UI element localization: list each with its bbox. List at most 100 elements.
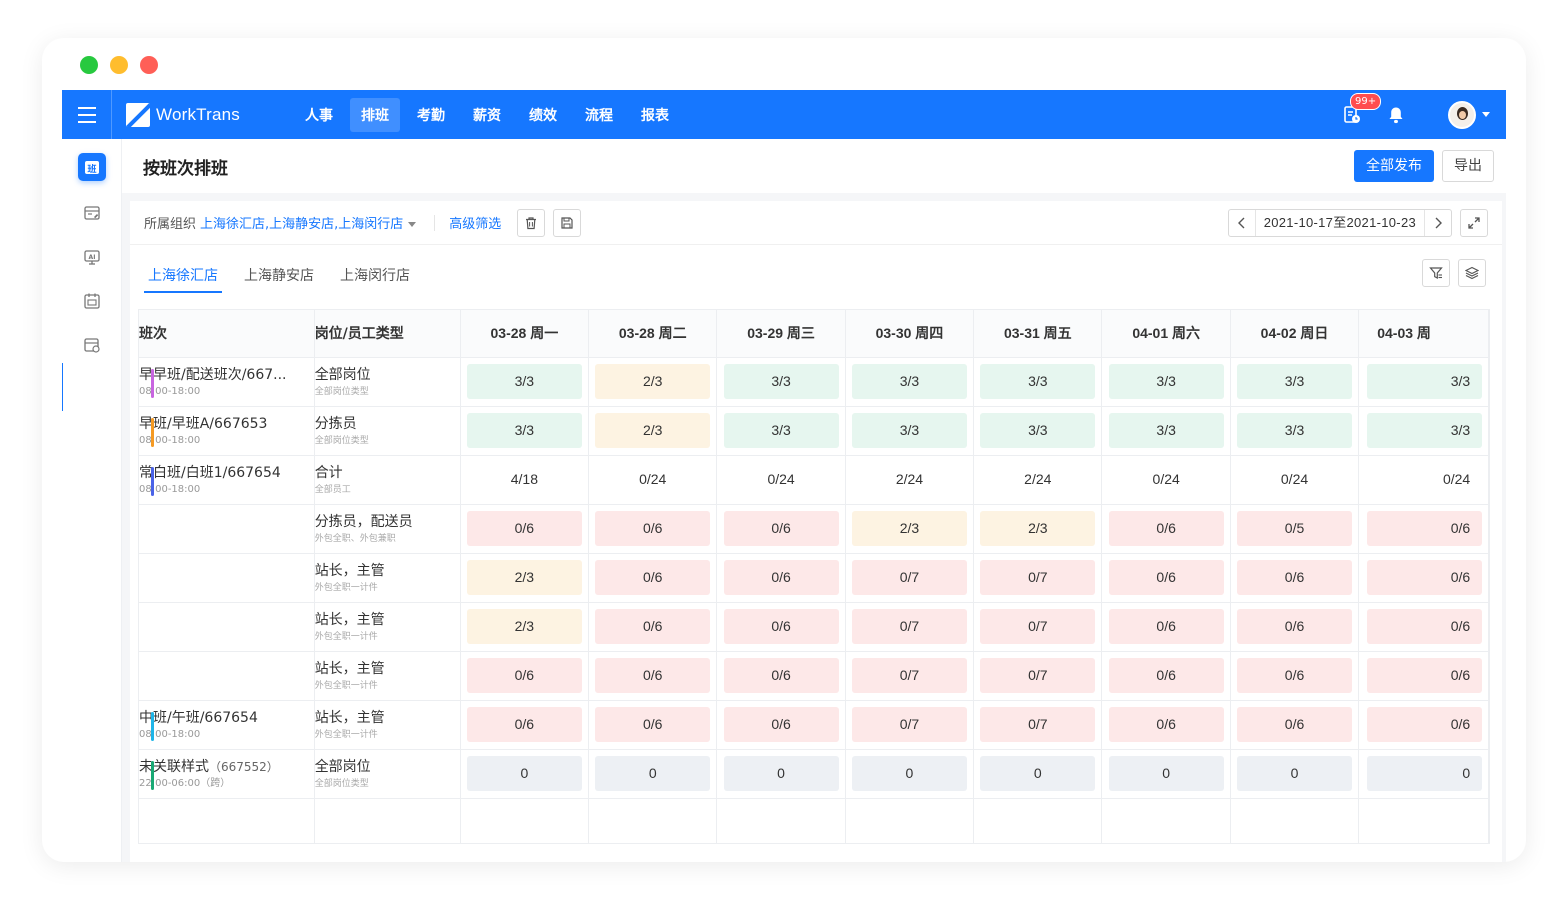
staffing-count[interactable]: 0/7	[980, 609, 1096, 644]
staffing-count[interactable]: 4/18	[467, 462, 582, 497]
staffing-count[interactable]: 3/3	[851, 364, 967, 399]
window-minimize-button[interactable]	[110, 56, 128, 74]
staffing-count[interactable]: 3/3	[466, 413, 582, 448]
staffing-count[interactable]: 0/6	[723, 707, 839, 742]
menu-icon[interactable]	[62, 90, 112, 139]
staffing-count[interactable]: 0/6	[466, 511, 582, 546]
date-range-text[interactable]: 2021-10-17至2021-10-23	[1254, 209, 1425, 236]
staffing-count[interactable]: 3/3	[851, 413, 967, 448]
staffing-count[interactable]: 0/24	[595, 462, 710, 497]
shift-cell[interactable]: 常白班/白班1/667654 08:00-18:00	[139, 455, 315, 505]
staffing-count[interactable]: 3/3	[466, 364, 582, 399]
staffing-count[interactable]: 0/24	[1237, 462, 1352, 497]
staffing-count[interactable]: 2/3	[466, 560, 582, 595]
shift-cell[interactable]: 早班/早班A/667653 08:00-18:00	[139, 406, 315, 456]
staffing-count[interactable]: 0	[723, 756, 839, 791]
staffing-count[interactable]: 0/7	[980, 560, 1096, 595]
window-close-button[interactable]	[140, 56, 158, 74]
sidebar-item-schedule[interactable]: 班	[78, 153, 106, 181]
delete-button[interactable]	[517, 208, 546, 237]
sidebar-item-ai-scheduling[interactable]: AI	[78, 243, 106, 271]
staffing-count[interactable]: 0/6	[1108, 609, 1224, 644]
staffing-count[interactable]: 0/6	[1108, 511, 1224, 546]
nav-item[interactable]: 绩效	[518, 98, 568, 132]
staffing-count[interactable]: 0	[980, 756, 1096, 791]
staffing-count[interactable]: 2/24	[852, 462, 967, 497]
layers-button[interactable]	[1458, 259, 1486, 287]
staffing-count[interactable]: 0/6	[1237, 658, 1353, 693]
nav-item[interactable]: 排班	[350, 97, 400, 132]
staffing-count[interactable]: 0/24	[724, 462, 839, 497]
staffing-count[interactable]: 0/7	[980, 707, 1096, 742]
staffing-count[interactable]: 0	[466, 756, 582, 791]
staffing-count[interactable]: 0/6	[595, 560, 711, 595]
fullscreen-button[interactable]	[1460, 208, 1488, 237]
staffing-count[interactable]: 0/24	[1367, 462, 1482, 497]
prev-week-button[interactable]	[1229, 210, 1255, 236]
staffing-count[interactable]: 0/6	[1367, 707, 1483, 742]
nav-item[interactable]: 报表	[630, 98, 680, 132]
staffing-count[interactable]: 0/6	[595, 609, 711, 644]
staffing-count[interactable]: 0	[595, 756, 711, 791]
staffing-count[interactable]: 0/6	[1237, 609, 1353, 644]
org-filter-select[interactable]: 上海徐汇店,上海静安店,上海闵行店	[200, 213, 417, 232]
shift-cell[interactable]: 早早班/配送班次/667... 08:00-18:00	[139, 357, 315, 407]
staffing-count[interactable]: 0	[1237, 756, 1353, 791]
staffing-count[interactable]: 3/3	[1367, 364, 1483, 399]
publish-all-button[interactable]: 全部发布	[1354, 150, 1434, 182]
staffing-count[interactable]: 0/6	[723, 658, 839, 693]
staffing-count[interactable]: 0/7	[851, 707, 967, 742]
shift-cell[interactable]: 中班/午班/667654 08:00-18:00	[139, 700, 315, 750]
staffing-count[interactable]: 3/3	[723, 413, 839, 448]
staffing-count[interactable]: 0/6	[1367, 609, 1483, 644]
store-tab[interactable]: 上海静安店	[242, 265, 316, 293]
staffing-count[interactable]: 3/3	[1108, 364, 1224, 399]
staffing-count[interactable]: 0/6	[1237, 707, 1353, 742]
staffing-count[interactable]: 3/3	[723, 364, 839, 399]
nav-item[interactable]: 流程	[574, 98, 624, 132]
save-button[interactable]	[553, 208, 582, 237]
staffing-count[interactable]: 3/3	[980, 413, 1096, 448]
staffing-count[interactable]: 2/3	[980, 511, 1096, 546]
staffing-count[interactable]: 0/6	[595, 511, 711, 546]
staffing-count[interactable]: 0	[1108, 756, 1224, 791]
staffing-count[interactable]: 3/3	[1237, 413, 1353, 448]
staffing-count[interactable]: 0/6	[595, 707, 711, 742]
staffing-count[interactable]: 0/6	[1367, 511, 1483, 546]
staffing-count[interactable]: 2/3	[595, 364, 711, 399]
staffing-count[interactable]: 0/6	[723, 511, 839, 546]
notification-button[interactable]	[1384, 103, 1408, 127]
staffing-count[interactable]: 3/3	[980, 364, 1096, 399]
next-week-button[interactable]	[1425, 210, 1451, 236]
staffing-count[interactable]: 0	[1367, 756, 1483, 791]
staffing-count[interactable]: 0/7	[851, 658, 967, 693]
task-list-button[interactable]: 99+	[1340, 92, 1382, 127]
store-tab[interactable]: 上海徐汇店	[144, 265, 222, 293]
staffing-count[interactable]: 3/3	[1108, 413, 1224, 448]
nav-item[interactable]: 薪资	[462, 98, 512, 132]
staffing-count[interactable]: 0/6	[1367, 560, 1483, 595]
staffing-count[interactable]: 3/3	[1367, 413, 1483, 448]
sidebar-item-calendar[interactable]	[78, 287, 106, 315]
staffing-count[interactable]: 3/3	[1237, 364, 1353, 399]
store-tab[interactable]: 上海闵行店	[338, 265, 412, 293]
staffing-count[interactable]: 0/6	[1237, 560, 1353, 595]
staffing-count[interactable]: 2/3	[466, 609, 582, 644]
nav-item[interactable]: 考勤	[406, 98, 456, 132]
sidebar-item-edit-schedule[interactable]	[78, 199, 106, 227]
user-menu[interactable]	[1448, 100, 1490, 129]
staffing-count[interactable]: 0/7	[851, 609, 967, 644]
staffing-count[interactable]: 0/5	[1237, 511, 1353, 546]
staffing-count[interactable]: 0/7	[980, 658, 1096, 693]
window-maximize-button[interactable]	[80, 56, 98, 74]
staffing-count[interactable]: 2/3	[595, 413, 711, 448]
staffing-count[interactable]: 0/6	[723, 560, 839, 595]
shift-cell[interactable]: 未关联样式（667552） 22:00-06:00（跨）	[139, 749, 315, 799]
nav-item[interactable]: 人事	[294, 98, 344, 132]
staffing-count[interactable]: 2/3	[851, 511, 967, 546]
staffing-count[interactable]: 0/6	[466, 707, 582, 742]
staffing-count[interactable]: 0/6	[723, 609, 839, 644]
advanced-filter-link[interactable]: 高级筛选	[449, 213, 501, 232]
sidebar-item-calendar-settings[interactable]	[78, 331, 106, 359]
staffing-count[interactable]: 0/6	[1367, 658, 1483, 693]
